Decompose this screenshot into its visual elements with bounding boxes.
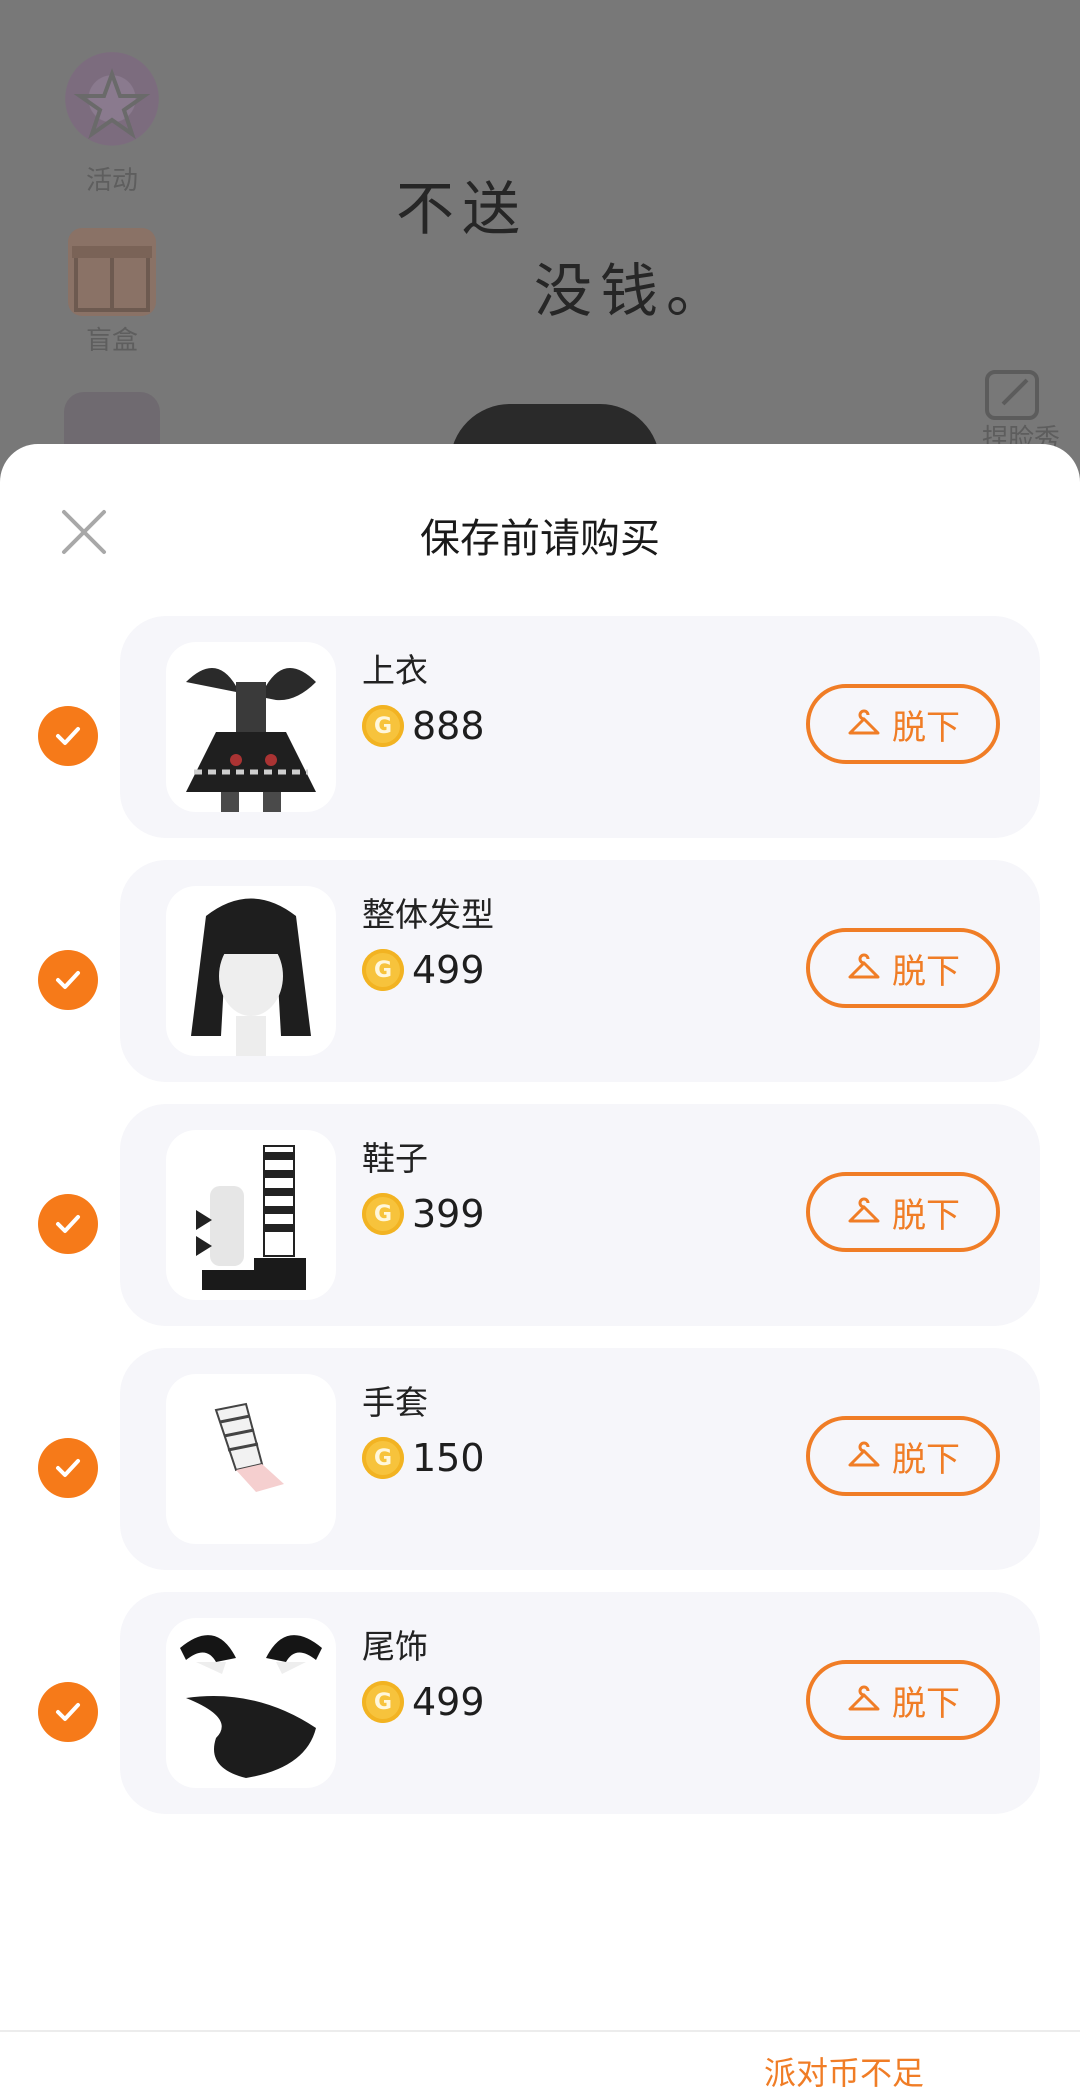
take-off-button[interactable]: 脱下 xyxy=(806,1416,1000,1496)
hanger-icon xyxy=(848,1685,880,1711)
side-item-label: 盲盒 xyxy=(85,326,138,356)
item-checkbox[interactable] xyxy=(38,1194,98,1254)
take-off-button[interactable]: 脱下 xyxy=(806,928,1000,1008)
gift-box-icon xyxy=(68,228,156,316)
take-off-button[interactable]: 脱下 xyxy=(806,1172,1000,1252)
take-off-label: 脱下 xyxy=(892,1195,960,1236)
side-item-activity[interactable]: 活动 xyxy=(52,52,172,197)
background-screen: 活动 盲盒 不送 没钱。 捏脸秀 xyxy=(0,0,1080,464)
party-coin-icon: G xyxy=(362,705,404,747)
hanger-icon xyxy=(848,709,880,735)
item-checkbox[interactable] xyxy=(38,950,98,1010)
take-off-label: 脱下 xyxy=(892,707,960,748)
item-price: G 499 xyxy=(362,1678,485,1726)
item-thumbnail-shoes xyxy=(166,1130,336,1300)
doodle-text-line1: 不送 xyxy=(396,175,529,243)
item-checkbox[interactable] xyxy=(38,1682,98,1742)
party-coin-icon: G xyxy=(362,1681,404,1723)
take-off-label: 脱下 xyxy=(892,1439,960,1480)
take-off-button[interactable]: 脱下 xyxy=(806,684,1000,764)
list-item: 尾饰 G 499 脱下 xyxy=(120,1592,1040,1814)
doodle-text-line2: 没钱。 xyxy=(534,257,733,325)
party-coin-icon: G xyxy=(362,1193,404,1235)
price-value: 888 xyxy=(412,704,485,748)
party-coin-icon: G xyxy=(362,949,404,991)
item-thumbnail-top xyxy=(166,642,336,812)
party-coin-icon: G xyxy=(362,1437,404,1479)
item-checkbox[interactable] xyxy=(38,1438,98,1498)
take-off-label: 脱下 xyxy=(892,1683,960,1724)
item-thumbnail-tail xyxy=(166,1618,336,1788)
take-off-label: 脱下 xyxy=(892,951,960,992)
list-item: 手套 G 150 脱下 xyxy=(120,1348,1040,1570)
star-badge-icon xyxy=(60,52,164,156)
character-avatar-icon xyxy=(64,392,160,452)
price-value: 499 xyxy=(412,948,485,992)
side-item-label: 活动 xyxy=(85,166,138,196)
item-name: 尾饰 xyxy=(362,1627,428,1666)
hanger-icon xyxy=(848,1197,880,1223)
item-price: G 888 xyxy=(362,702,485,750)
item-name: 整体发型 xyxy=(362,895,494,934)
list-item: 整体发型 G 499 脱下 xyxy=(120,860,1040,1082)
item-name: 手套 xyxy=(362,1383,428,1422)
sheet-title: 保存前请购买 xyxy=(420,516,660,562)
hanger-icon xyxy=(848,1441,880,1467)
item-name: 上衣 xyxy=(362,651,428,690)
item-name: 鞋子 xyxy=(362,1139,428,1178)
list-item: 上衣 G 888 脱下 xyxy=(120,616,1040,838)
side-item-character[interactable] xyxy=(52,392,172,452)
purchase-sheet: 保存前请购买 上衣 G 888 脱下 整体发型 G 499 脱下 鞋子 G 39… xyxy=(0,444,1080,2092)
item-price: G 150 xyxy=(362,1434,485,1482)
footer-divider xyxy=(0,2030,1080,2032)
take-off-button[interactable]: 脱下 xyxy=(806,1660,1000,1740)
insufficient-coins-notice: 派对币不足 xyxy=(763,2054,924,2092)
price-value: 399 xyxy=(412,1192,485,1236)
item-checkbox[interactable] xyxy=(38,706,98,766)
list-item: 鞋子 G 399 脱下 xyxy=(120,1104,1040,1326)
side-item-blindbox[interactable]: 盲盒 xyxy=(52,228,172,357)
price-value: 150 xyxy=(412,1436,485,1480)
hanger-icon xyxy=(848,953,880,979)
item-price: G 499 xyxy=(362,946,485,994)
item-thumbnail-hair xyxy=(166,886,336,1056)
item-thumbnail-gloves xyxy=(166,1374,336,1544)
price-value: 499 xyxy=(412,1680,485,1724)
item-price: G 399 xyxy=(362,1190,485,1238)
